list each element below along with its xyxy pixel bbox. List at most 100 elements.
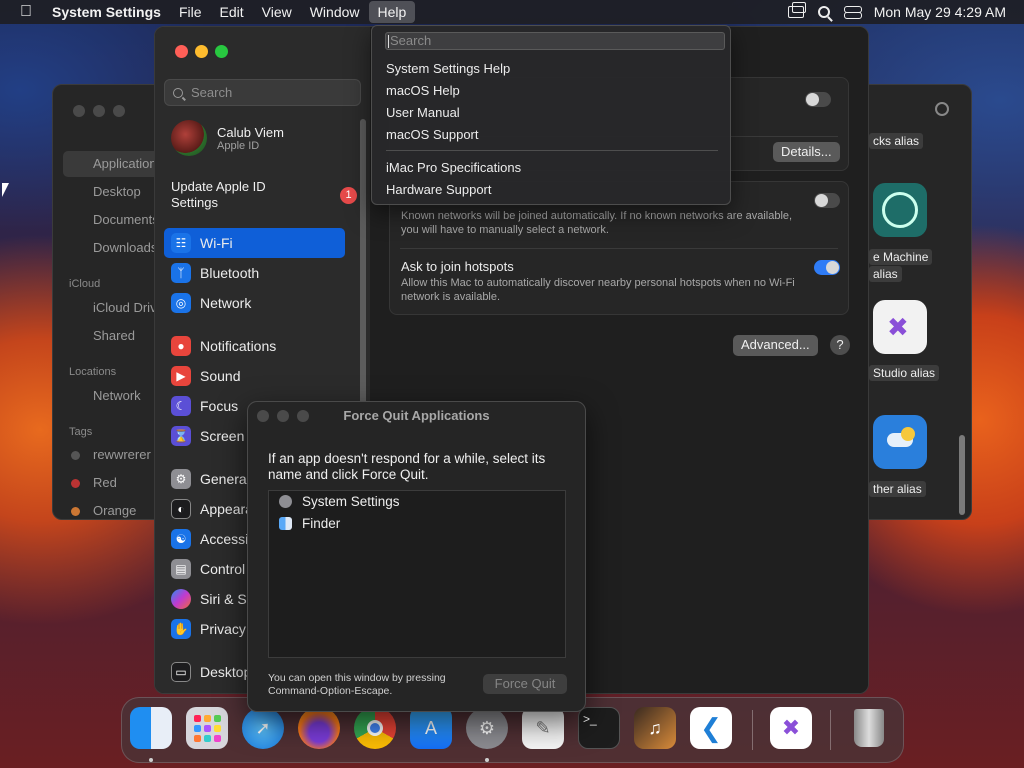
running-indicator bbox=[485, 758, 489, 762]
wifi-toggle[interactable] bbox=[805, 92, 831, 107]
ask-to-join-hotspots-toggle[interactable] bbox=[814, 260, 840, 275]
finder-zoom-button[interactable] bbox=[113, 105, 125, 117]
menu-item-user-manual[interactable]: User Manual bbox=[386, 105, 460, 120]
sidebar-item-notifications[interactable]: ● Notifications bbox=[164, 331, 345, 361]
settings-search-input[interactable]: Search bbox=[164, 79, 361, 106]
finder-sidebar-shared[interactable]: Shared bbox=[93, 328, 135, 343]
zoom-button[interactable] bbox=[215, 45, 228, 58]
alias-label[interactable]: Studio alias bbox=[869, 365, 940, 381]
menu-item-imac-pro-specifications[interactable]: iMac Pro Specifications bbox=[386, 160, 521, 175]
safari-dock-icon[interactable]: ➚ bbox=[242, 707, 284, 749]
speaker-icon: ▶ bbox=[171, 366, 191, 386]
menu-item-macos-support[interactable]: macOS Support bbox=[386, 127, 479, 142]
finder-sidebar-desktop[interactable]: Desktop bbox=[93, 184, 141, 199]
chrome-dock-icon[interactable] bbox=[354, 707, 396, 749]
menu-view[interactable]: View bbox=[253, 1, 301, 23]
menu-window[interactable]: Window bbox=[301, 1, 369, 23]
launchpad-dock-icon[interactable] bbox=[186, 707, 228, 749]
alias-label[interactable]: cks alias bbox=[869, 133, 924, 149]
app-list-item-system-settings[interactable]: System Settings bbox=[279, 494, 400, 509]
divider bbox=[400, 248, 838, 249]
apple-id-account[interactable]: Calub Viem Apple ID bbox=[171, 120, 284, 156]
update-apple-id-settings[interactable]: Update Apple ID Settings 1 bbox=[171, 179, 357, 211]
sidebar-item-sound[interactable]: ▶ Sound bbox=[164, 361, 345, 391]
vscode-dock-icon[interactable]: ❮ bbox=[690, 707, 732, 749]
tag-dot-red-icon bbox=[71, 479, 80, 488]
tag-dot-orange-icon bbox=[71, 507, 80, 516]
sidebar-item-label: Wi-Fi bbox=[200, 235, 233, 251]
finder-dock-icon[interactable] bbox=[130, 707, 172, 749]
close-button[interactable] bbox=[175, 45, 188, 58]
text-caret bbox=[388, 35, 389, 49]
help-button[interactable]: ? bbox=[830, 335, 850, 355]
finder-icon-grid: cks alias e Machine alias ✖ Studio alias… bbox=[863, 85, 973, 521]
bell-icon: ● bbox=[171, 336, 191, 356]
menu-separator bbox=[386, 150, 718, 151]
garageband-dock-icon[interactable]: ♫ bbox=[634, 707, 676, 749]
menu-help[interactable]: Help bbox=[368, 1, 416, 23]
time-machine-icon[interactable] bbox=[873, 183, 927, 237]
finder-sidebar-applications[interactable]: Applications bbox=[93, 156, 163, 171]
sidebar-item-bluetooth[interactable]: ᛉ Bluetooth bbox=[164, 258, 345, 288]
search-icon bbox=[173, 87, 183, 98]
force-quit-button[interactable]: Force Quit bbox=[483, 674, 567, 694]
app-store-dock-icon[interactable]: A bbox=[410, 707, 452, 749]
visual-studio-dock-icon[interactable]: ✖ bbox=[770, 707, 812, 749]
finder-section-icloud: iCloud bbox=[69, 278, 101, 290]
hotspots-title: Ask to join hotspots bbox=[401, 259, 514, 274]
menu-file[interactable]: File bbox=[170, 1, 211, 23]
finder-tag-red[interactable]: Red bbox=[93, 475, 117, 490]
screen-mirroring-icon[interactable] bbox=[787, 2, 806, 18]
sidebar-item-network[interactable]: ◎ Network bbox=[164, 288, 345, 318]
app-list[interactable]: System Settings Finder bbox=[268, 490, 566, 658]
appearance-icon: ◐ bbox=[171, 499, 191, 519]
force-quit-window: Force Quit Applications If an app doesn'… bbox=[247, 401, 586, 712]
account-name: Calub Viem bbox=[217, 124, 284, 140]
menu-item-macos-help[interactable]: macOS Help bbox=[386, 83, 460, 98]
spotlight-search-icon[interactable] bbox=[817, 6, 830, 18]
menu-item-hardware-support[interactable]: Hardware Support bbox=[386, 182, 492, 197]
globe-icon: ◎ bbox=[171, 293, 191, 313]
ask-to-join-networks-toggle[interactable] bbox=[814, 193, 840, 208]
app-list-item-finder[interactable]: Finder bbox=[279, 516, 340, 531]
apple-menu-icon[interactable]:  bbox=[0, 3, 52, 21]
terminal-dock-icon[interactable]: >_ bbox=[578, 707, 620, 749]
finder-sidebar-documents[interactable]: Documents bbox=[93, 212, 159, 227]
finder-tag-orange[interactable]: Orange bbox=[93, 503, 136, 518]
menu-edit[interactable]: Edit bbox=[211, 1, 253, 23]
sidebar-item-label: Bluetooth bbox=[200, 265, 260, 281]
minimize-button[interactable] bbox=[195, 45, 208, 58]
textedit-dock-icon[interactable]: ✎ bbox=[522, 707, 564, 749]
weather-icon[interactable] bbox=[873, 415, 927, 469]
menu-item-system-settings-help[interactable]: System Settings Help bbox=[386, 61, 510, 76]
mouse-cursor-icon bbox=[2, 183, 9, 197]
alias-label[interactable]: e Machine bbox=[869, 249, 933, 265]
finder-tag-rewwrerer[interactable]: rewwrerer bbox=[93, 447, 151, 462]
finder-minimize-button[interactable] bbox=[93, 105, 105, 117]
finder-sidebar-network[interactable]: Network bbox=[93, 388, 141, 403]
control-center-icon[interactable] bbox=[843, 5, 862, 19]
app-menu[interactable]: System Settings bbox=[52, 1, 170, 23]
advanced-button[interactable]: Advanced... bbox=[733, 335, 818, 356]
finder-sidebar-downloads[interactable]: Downloads bbox=[93, 240, 157, 255]
details-button[interactable]: Details... bbox=[773, 142, 840, 162]
system-settings-dock-icon[interactable]: ⚙ bbox=[466, 707, 508, 749]
menu-clock[interactable]: Mon May 29 4:29 AM bbox=[874, 4, 1006, 20]
search-placeholder: Search bbox=[191, 85, 233, 100]
menu-bar:  System Settings File Edit View Window … bbox=[0, 0, 1024, 24]
finder-scrollbar[interactable] bbox=[959, 435, 965, 515]
hand-icon: ✋ bbox=[171, 619, 191, 639]
alias-label[interactable]: ther alias bbox=[869, 481, 926, 497]
trash-dock-icon[interactable] bbox=[848, 707, 890, 749]
firefox-dock-icon[interactable] bbox=[298, 707, 340, 749]
dock-separator bbox=[752, 710, 753, 750]
finder-close-button[interactable] bbox=[73, 105, 85, 117]
moon-icon: ☾ bbox=[171, 396, 191, 416]
sidebar-scrollbar[interactable] bbox=[360, 119, 366, 429]
help-search-input[interactable]: Search bbox=[385, 32, 725, 50]
update-label-line1: Update Apple ID bbox=[171, 179, 266, 194]
help-menu-dropdown: Search System Settings Help macOS Help U… bbox=[371, 25, 731, 205]
sidebar-item-wifi[interactable]: ☷ Wi-Fi bbox=[164, 228, 345, 258]
alias-label[interactable]: alias bbox=[869, 266, 902, 282]
visual-studio-icon[interactable]: ✖ bbox=[873, 300, 927, 354]
